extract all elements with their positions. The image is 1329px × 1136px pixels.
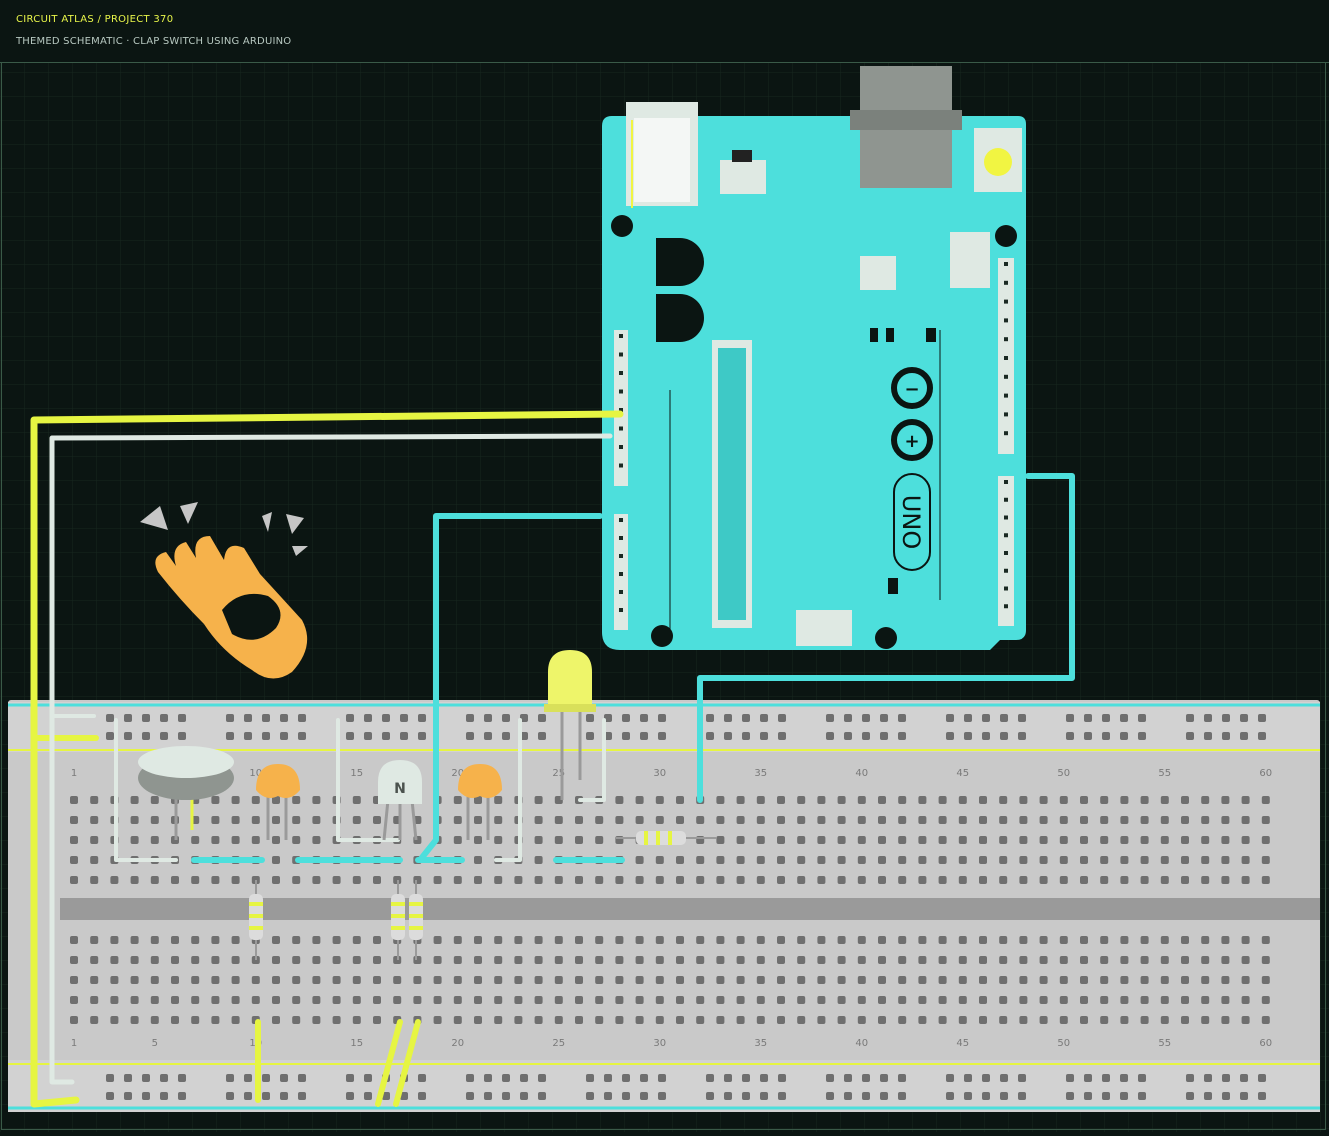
dc-power-jack-inner [634, 118, 690, 202]
atmega-chip-inner [718, 348, 746, 620]
top-power-rail [8, 702, 1320, 752]
icsp2-header [796, 610, 852, 646]
column-number-60-top: 60 [1259, 768, 1272, 779]
column-number-35-bottom: 35 [754, 1038, 767, 1049]
npn-transistor: N [378, 760, 422, 841]
column-number-1-top: 1 [71, 768, 77, 779]
smd-led-2 [886, 328, 894, 342]
column-number-15-top: 15 [350, 768, 363, 779]
schematic-stage: 1155101015152020252530303535404045455050… [0, 0, 1329, 1132]
column-number-5-bottom: 5 [152, 1038, 158, 1049]
schematic-canvas: 1155101015152020252530303535404045455050… [0, 62, 1329, 1132]
column-number-15-bottom: 15 [350, 1038, 363, 1049]
column-number-1-bottom: 1 [71, 1038, 77, 1049]
column-number-50-bottom: 50 [1057, 1038, 1070, 1049]
page-header: CIRCUIT ATLAS / PROJECT 370 THEMED SCHEM… [0, 0, 1329, 63]
icsp-header [950, 232, 990, 288]
column-number-35-top: 35 [754, 768, 767, 779]
mounting-hole-top-left [611, 215, 633, 237]
smd-led-1 [870, 328, 878, 342]
logo-minus: − [904, 379, 919, 400]
column-number-55-top: 55 [1158, 768, 1171, 779]
regulator-tab [732, 150, 752, 162]
column-number-20-bottom: 20 [451, 1038, 464, 1049]
usb-chip [860, 256, 896, 290]
column-number-50-top: 50 [1057, 768, 1070, 779]
column-number-30-bottom: 30 [653, 1038, 666, 1049]
column-number-45-top: 45 [956, 768, 969, 779]
column-number-30-top: 30 [653, 768, 666, 779]
column-number-40-top: 40 [855, 768, 868, 779]
smd-led-3 [926, 328, 936, 342]
column-number-25-bottom: 25 [552, 1038, 565, 1049]
bottom-power-rail [8, 1060, 1320, 1112]
column-number-55-bottom: 55 [1158, 1038, 1171, 1049]
uno-label: UNO [897, 495, 925, 549]
transistor-label: N [394, 781, 406, 797]
smd-led-4 [888, 578, 898, 594]
capacitor-1 [656, 238, 704, 286]
page-subtitle: THEMED SCHEMATIC · CLAP SWITCH USING ARD… [16, 36, 292, 47]
logo-plus: + [904, 431, 919, 452]
column-number-45-bottom: 45 [956, 1038, 969, 1049]
voltage-regulator [720, 160, 766, 194]
usb-connector-flange [850, 110, 962, 130]
column-number-60-bottom: 60 [1259, 1038, 1272, 1049]
capacitor-2 [656, 294, 704, 342]
arduino-uno-board: − + UNO [602, 66, 1026, 650]
page-title: CIRCUIT ATLAS / PROJECT 370 [16, 14, 174, 25]
mounting-hole-bottom-right [875, 627, 897, 649]
reset-button-cap [984, 148, 1012, 176]
mounting-hole-top-right [995, 225, 1017, 247]
column-number-40-bottom: 40 [855, 1038, 868, 1049]
